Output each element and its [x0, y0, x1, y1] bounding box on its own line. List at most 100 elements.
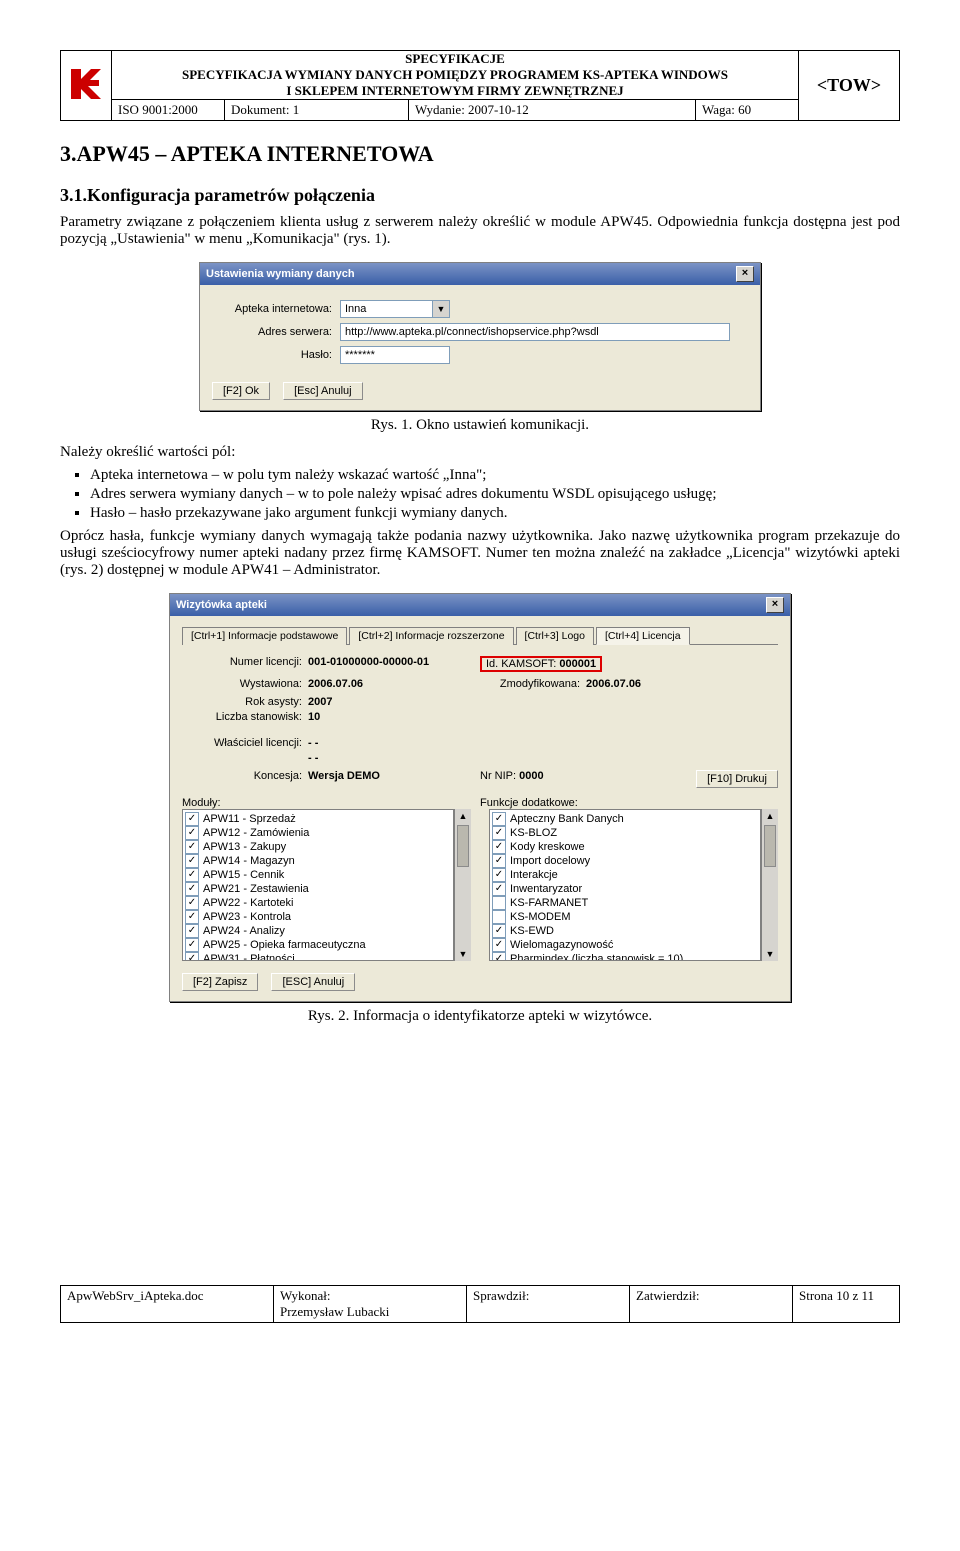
- checkbox-icon[interactable]: ✓: [185, 840, 199, 854]
- checkbox-icon[interactable]: ✓: [185, 868, 199, 882]
- list-item[interactable]: ✓APW22 - Kartoteki: [185, 896, 451, 910]
- tab-logo[interactable]: [Ctrl+3] Logo: [516, 627, 594, 645]
- list-item[interactable]: ✓Inwentaryzator: [492, 882, 758, 896]
- titlebar-2-text: Wizytówka apteki: [176, 599, 267, 611]
- list-item-label: APW25 - Opieka farmaceutyczna: [203, 938, 366, 952]
- cancel-button-2[interactable]: [ESC] Anuluj: [271, 973, 355, 991]
- list-item-label: APW24 - Analizy: [203, 924, 285, 938]
- paragraph-2: Oprócz hasła, funkcje wymiany danych wym…: [60, 528, 900, 579]
- footer-checked: Sprawdził:: [467, 1286, 630, 1323]
- checkbox-icon[interactable]: ✓: [492, 812, 506, 826]
- tab-license[interactable]: [Ctrl+4] Licencja: [596, 627, 690, 645]
- checkbox-icon[interactable]: ✓: [185, 910, 199, 924]
- print-button[interactable]: [F10] Drukuj: [696, 770, 778, 788]
- list-item-label: Apteczny Bank Danych: [510, 812, 624, 826]
- close-icon[interactable]: ×: [736, 266, 754, 282]
- label-apteka: Apteka internetowa:: [212, 303, 340, 315]
- checkbox-icon[interactable]: ✓: [185, 854, 199, 868]
- list-item[interactable]: ✓ APW25 - Opieka farmaceutyczna: [185, 938, 451, 952]
- list-item[interactable]: ✓Interakcje: [492, 868, 758, 882]
- tab-info-ext[interactable]: [Ctrl+2] Informacje rozszerzone: [349, 627, 513, 645]
- list-item-label: KS-FARMANET: [510, 896, 588, 910]
- list-item[interactable]: ✓Kody kreskowe: [492, 840, 758, 854]
- figure-1-caption: Rys. 1. Okno ustawień komunikacji.: [60, 417, 900, 434]
- checkbox-icon[interactable]: ✓: [492, 854, 506, 868]
- chevron-down-icon[interactable]: ▼: [432, 301, 449, 317]
- list-item[interactable]: ✓ Apteczny Bank Danych: [492, 812, 758, 826]
- scroll-thumb[interactable]: [457, 825, 469, 867]
- scrollbar[interactable]: ▲ ▼: [761, 809, 778, 961]
- license-window: Wizytówka apteki × [Ctrl+1] Informacje p…: [169, 593, 791, 1002]
- list-item[interactable]: ✓ APW21 - Zestawienia: [185, 882, 451, 896]
- list-item[interactable]: ✓KS-BLOZ: [492, 826, 758, 840]
- footer-table: ApwWebSrv_iApteka.doc Wykonał: Przemysła…: [60, 1285, 900, 1323]
- list-item-label: Import docelowy: [510, 854, 590, 868]
- checkbox-icon[interactable]: ✓: [492, 840, 506, 854]
- owner-label: Właściciel licencji:: [182, 737, 308, 749]
- cancel-button[interactable]: [Esc] Anuluj: [283, 382, 362, 400]
- adres-input[interactable]: [340, 323, 730, 341]
- list-item[interactable]: ✓Wielomagazynowość: [492, 938, 758, 952]
- scroll-up-icon[interactable]: ▲: [455, 809, 471, 823]
- list-item[interactable]: ✓ APW24 - Analizy: [185, 924, 451, 938]
- checkbox-icon[interactable]: ✓: [492, 952, 506, 960]
- tab-info-basic[interactable]: [Ctrl+1] Informacje podstawowe: [182, 627, 347, 645]
- checkbox-icon[interactable]: ✓: [185, 896, 199, 910]
- label-haslo: Hasło:: [212, 349, 340, 361]
- checkbox-icon[interactable]: [492, 896, 506, 910]
- scrollbar[interactable]: ▲ ▼: [454, 809, 471, 961]
- scroll-up-icon[interactable]: ▲: [762, 809, 778, 823]
- list-item[interactable]: ✓APW23 - Kontrola: [185, 910, 451, 924]
- list-item[interactable]: ✓ KS-EWD: [492, 924, 758, 938]
- list-item[interactable]: ✓APW11 - Sprzedaż: [185, 812, 451, 826]
- list-item[interactable]: ✓Pharmindex (liczba stanowisk = 10): [492, 952, 758, 960]
- header-title-1: SPECYFIKACJE: [112, 51, 798, 67]
- list-item-label: APW15 - Cennik: [203, 868, 284, 882]
- list-item[interactable]: KS-FARMANET: [492, 896, 758, 910]
- id-kamsoft-label: Id. KAMSOFT:: [486, 658, 556, 670]
- modules-listbox[interactable]: ✓APW11 - Sprzedaż✓APW12 - Zamówienia✓APW…: [182, 809, 454, 961]
- checkbox-icon[interactable]: ✓: [492, 868, 506, 882]
- checkbox-icon[interactable]: [492, 910, 506, 924]
- footer-approved: Zatwierdził:: [630, 1286, 793, 1323]
- list-item[interactable]: ✓ APW15 - Cennik: [185, 868, 451, 882]
- list-item-label: APW21 - Zestawienia: [203, 882, 309, 896]
- close-icon[interactable]: ×: [766, 597, 784, 613]
- checkbox-icon[interactable]: ✓: [185, 812, 199, 826]
- checkbox-icon[interactable]: ✓: [492, 938, 506, 952]
- issued-label: Wystawiona:: [182, 678, 308, 690]
- scroll-down-icon[interactable]: ▼: [455, 947, 471, 961]
- list-intro: Należy określić wartości pól:: [60, 444, 900, 461]
- list-item-label: KS-EWD: [510, 924, 554, 938]
- checkbox-icon[interactable]: ✓: [185, 924, 199, 938]
- list-item[interactable]: ✓ Import docelowy: [492, 854, 758, 868]
- list-item[interactable]: ✓APW12 - Zamówienia: [185, 826, 451, 840]
- functions-listbox[interactable]: ✓ Apteczny Bank Danych✓KS-BLOZ✓Kody kresk…: [489, 809, 761, 961]
- checkbox-icon[interactable]: ✓: [492, 826, 506, 840]
- list-item[interactable]: ✓APW31 - Płatności: [185, 952, 451, 960]
- haslo-input[interactable]: [340, 346, 450, 364]
- list-item[interactable]: ✓ APW13 - Zakupy: [185, 840, 451, 854]
- checkbox-icon[interactable]: ✓: [185, 882, 199, 896]
- checkbox-icon[interactable]: ✓: [492, 924, 506, 938]
- save-button[interactable]: [F2] Zapisz: [182, 973, 258, 991]
- year-label: Rok asysty:: [182, 696, 308, 708]
- checkbox-icon[interactable]: ✓: [185, 938, 199, 952]
- modules-header: Moduły:: [182, 797, 480, 809]
- scroll-thumb[interactable]: [764, 825, 776, 867]
- lic-num-label: Numer licencji:: [182, 656, 308, 672]
- list-item[interactable]: KS-MODEM: [492, 910, 758, 924]
- footer-file: ApwWebSrv_iApteka.doc: [61, 1286, 274, 1323]
- list-item-label: APW13 - Zakupy: [203, 840, 286, 854]
- ok-button[interactable]: [F2] Ok: [212, 382, 270, 400]
- checkbox-icon[interactable]: ✓: [185, 826, 199, 840]
- functions-header: Funkcje dodatkowe:: [480, 797, 778, 809]
- checkbox-icon[interactable]: ✓: [185, 952, 199, 960]
- checkbox-icon[interactable]: ✓: [492, 882, 506, 896]
- apteka-select[interactable]: Inna ▼: [340, 300, 450, 318]
- list-item[interactable]: ✓APW14 - Magazyn: [185, 854, 451, 868]
- titlebar: Ustawienia wymiany danych ×: [200, 263, 760, 285]
- tabs: [Ctrl+1] Informacje podstawowe [Ctrl+2] …: [182, 626, 778, 645]
- id-kamsoft-highlight: Id. KAMSOFT: 000001: [480, 656, 602, 672]
- scroll-down-icon[interactable]: ▼: [762, 947, 778, 961]
